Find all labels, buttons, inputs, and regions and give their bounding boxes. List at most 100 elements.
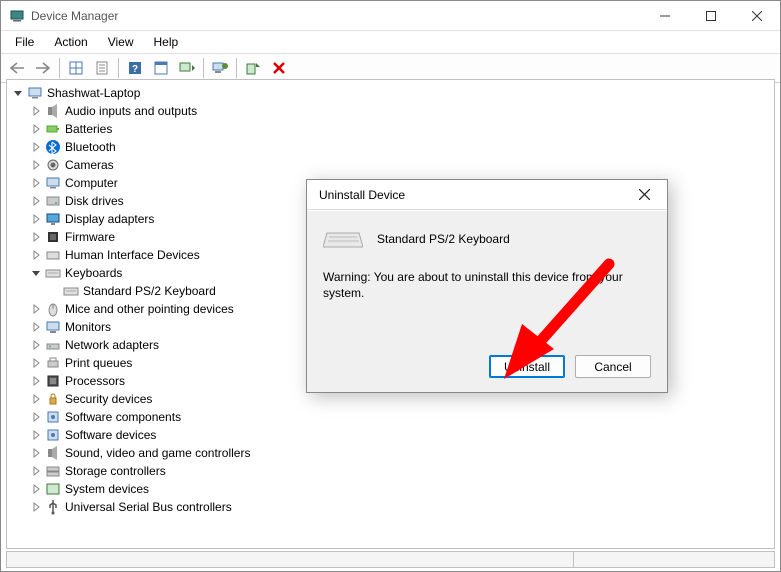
printer-icon: [45, 355, 61, 371]
tree-node-label: Sound, video and game controllers: [65, 446, 250, 460]
minimize-button[interactable]: [642, 1, 688, 31]
chevron-right-icon[interactable]: [29, 446, 43, 460]
chevron-right-icon[interactable]: [29, 428, 43, 442]
back-button[interactable]: [5, 56, 29, 80]
dialog-warning-text: Warning: You are about to uninstall this…: [323, 269, 651, 301]
tree-node-label: Processors: [65, 374, 125, 388]
tree-root[interactable]: Shashwat-Laptop: [7, 84, 774, 102]
chevron-right-icon[interactable]: [29, 158, 43, 172]
speaker-icon: [45, 445, 61, 461]
chevron-right-icon[interactable]: [29, 482, 43, 496]
update-driver-button[interactable]: [208, 56, 232, 80]
keyboard-icon: [323, 227, 363, 251]
mouse-icon: [45, 301, 61, 317]
tree-node-label: Disk drives: [65, 194, 124, 208]
tree-node-label: Cameras: [65, 158, 114, 172]
menu-file[interactable]: File: [7, 33, 42, 51]
disk-icon: [45, 193, 61, 209]
tree-node-label: Keyboards: [65, 266, 122, 280]
tree-node-label: Bluetooth: [65, 140, 116, 154]
chevron-right-icon[interactable]: [29, 176, 43, 190]
menu-view[interactable]: View: [100, 33, 142, 51]
uninstall-button[interactable]: Uninstall: [489, 355, 565, 378]
computer-icon: [27, 85, 43, 101]
monitor-icon: [45, 319, 61, 335]
menu-help[interactable]: Help: [146, 33, 187, 51]
window-title: Device Manager: [31, 9, 642, 23]
bluetooth-icon: [45, 139, 61, 155]
tree-category[interactable]: Batteries: [7, 120, 774, 138]
chevron-right-icon[interactable]: [29, 194, 43, 208]
menu-action[interactable]: Action: [46, 33, 95, 51]
uninstall-dialog: Uninstall Device Standard PS/2 Keyboard …: [306, 179, 668, 393]
action-pane-button[interactable]: [149, 56, 173, 80]
chevron-right-icon[interactable]: [29, 140, 43, 154]
forward-button[interactable]: [31, 56, 55, 80]
show-hidden-button[interactable]: [64, 56, 88, 80]
speaker-icon: [45, 103, 61, 119]
chevron-right-icon[interactable]: [29, 104, 43, 118]
camera-icon: [45, 157, 61, 173]
chevron-right-icon[interactable]: [29, 212, 43, 226]
tree-category[interactable]: Sound, video and game controllers: [7, 444, 774, 462]
chevron-down-icon[interactable]: [29, 266, 43, 280]
chevron-right-icon[interactable]: [29, 500, 43, 514]
tree-node-label: Security devices: [65, 392, 152, 406]
help-button[interactable]: ?: [123, 56, 147, 80]
uninstall-device-button[interactable]: [267, 56, 291, 80]
chevron-right-icon[interactable]: [29, 122, 43, 136]
system-icon: [45, 481, 61, 497]
tree-node-label: System devices: [65, 482, 149, 496]
close-button[interactable]: [734, 1, 780, 31]
tree-node-label: Batteries: [65, 122, 112, 136]
tree-node-label: Display adapters: [65, 212, 154, 226]
dialog-close-button[interactable]: [625, 181, 663, 209]
status-bar: [6, 551, 775, 568]
scan-hardware-button[interactable]: [175, 56, 199, 80]
tree-node-label: Storage controllers: [65, 464, 166, 478]
tree-category[interactable]: System devices: [7, 480, 774, 498]
chevron-right-icon[interactable]: [29, 338, 43, 352]
tree-category[interactable]: Universal Serial Bus controllers: [7, 498, 774, 516]
tree-node-label: Shashwat-Laptop: [47, 86, 140, 100]
tree-node-label: Print queues: [65, 356, 132, 370]
chevron-right-icon[interactable]: [29, 410, 43, 424]
tree-category[interactable]: Cameras: [7, 156, 774, 174]
window-titlebar: Device Manager: [1, 1, 780, 31]
chevron-right-icon[interactable]: [29, 392, 43, 406]
tree-category[interactable]: Audio inputs and outputs: [7, 102, 774, 120]
security-icon: [45, 391, 61, 407]
tree-node-label: Audio inputs and outputs: [65, 104, 197, 118]
chevron-down-icon[interactable]: [11, 86, 25, 100]
cancel-button[interactable]: Cancel: [575, 355, 651, 378]
tree-node-label: Mice and other pointing devices: [65, 302, 234, 316]
hid-icon: [45, 247, 61, 263]
tree-node-label: Monitors: [65, 320, 111, 334]
chevron-right-icon[interactable]: [29, 464, 43, 478]
properties-button[interactable]: [90, 56, 114, 80]
maximize-button[interactable]: [688, 1, 734, 31]
chevron-right-icon[interactable]: [29, 230, 43, 244]
app-icon: [9, 8, 25, 24]
network-icon: [45, 337, 61, 353]
chevron-right-icon[interactable]: [29, 374, 43, 388]
computer-icon: [45, 175, 61, 191]
keyboard-icon: [63, 283, 79, 299]
software-icon: [45, 427, 61, 443]
tree-category[interactable]: Storage controllers: [7, 462, 774, 480]
chevron-right-icon[interactable]: [29, 248, 43, 262]
chevron-right-icon[interactable]: [29, 356, 43, 370]
svg-text:?: ?: [132, 64, 138, 75]
usb-icon: [45, 499, 61, 515]
chevron-right-icon[interactable]: [29, 320, 43, 334]
chevron-right-icon[interactable]: [29, 302, 43, 316]
keyboard-icon: [45, 265, 61, 281]
enable-device-button[interactable]: [241, 56, 265, 80]
tree-node-label: Firmware: [65, 230, 115, 244]
tree-category[interactable]: Software devices: [7, 426, 774, 444]
display-icon: [45, 211, 61, 227]
tree-node-label: Universal Serial Bus controllers: [65, 500, 232, 514]
tree-category[interactable]: Bluetooth: [7, 138, 774, 156]
tree-category[interactable]: Software components: [7, 408, 774, 426]
tree-node-label: Human Interface Devices: [65, 248, 200, 262]
